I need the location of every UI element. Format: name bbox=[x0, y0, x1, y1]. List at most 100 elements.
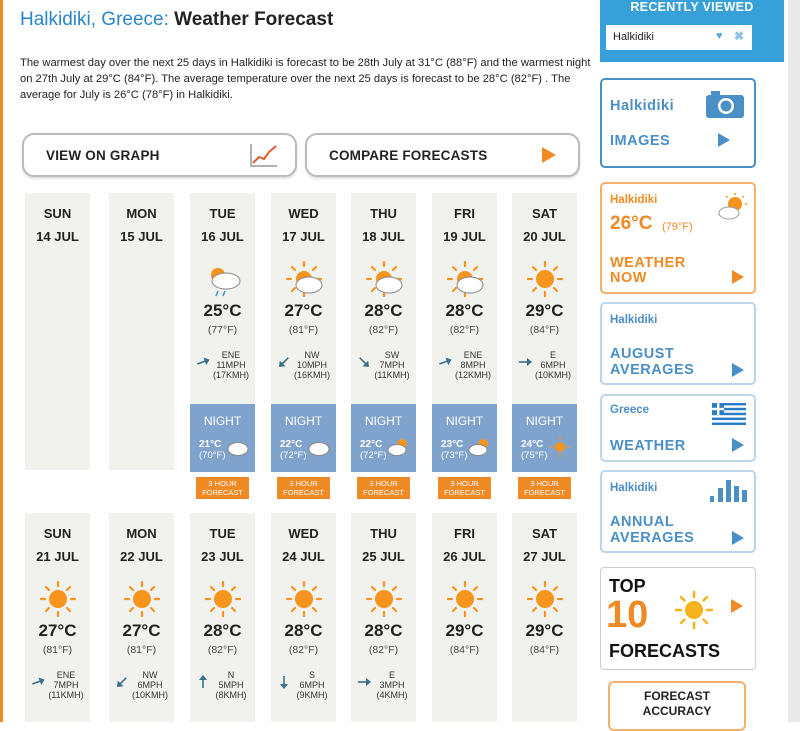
wind-direction: NW bbox=[304, 350, 320, 360]
day-column-mon: MON 22 JUL 27°C (81°F) NW 6MPH (10KMH) bbox=[109, 513, 174, 722]
day-name: SUN bbox=[43, 206, 72, 221]
images-place: Halkidiki bbox=[610, 98, 675, 114]
day-date: 14 JUL bbox=[36, 229, 79, 244]
view-on-graph-label: VIEW ON GRAPH bbox=[46, 148, 160, 163]
temp-celsius: 27°C bbox=[284, 301, 323, 320]
compare-forecasts-button[interactable]: COMPARE FORECASTS bbox=[305, 133, 580, 177]
wind-direction: N bbox=[227, 670, 235, 680]
forecast-label: FORECAST bbox=[202, 488, 243, 497]
day-date: 21 JUL bbox=[36, 549, 79, 564]
wind-kmh: (12KMH) bbox=[454, 370, 491, 380]
sun-icon bbox=[281, 579, 327, 619]
3-hour-forecast-button[interactable]: 3 HOUR FORECAST bbox=[196, 477, 249, 499]
temp-celsius: 28°C bbox=[284, 621, 323, 640]
wind-info: E 3MPH (4KMH) bbox=[357, 670, 413, 702]
night-label: NIGHT bbox=[445, 414, 484, 428]
wind-info: S 6MPH (9KMH) bbox=[277, 670, 333, 702]
sun-icon bbox=[442, 579, 488, 619]
wind-mph: 7MPH bbox=[379, 360, 405, 370]
day-name: MON bbox=[126, 206, 157, 221]
wind-kmh: (17KMH) bbox=[212, 370, 249, 380]
night-panel: NIGHT 22°C (72°F) bbox=[271, 404, 336, 472]
day-date: 20 JUL bbox=[523, 229, 566, 244]
cloud-sun-icon bbox=[718, 193, 747, 220]
sun-icon bbox=[35, 579, 81, 619]
play-arrow-icon bbox=[732, 438, 744, 452]
view-on-graph-button[interactable]: VIEW ON GRAPH bbox=[22, 133, 297, 177]
recent-item[interactable]: Halkidiki ♥ ✖ bbox=[606, 25, 752, 50]
wind-mph: 8MPH bbox=[460, 360, 486, 370]
annual-averages-card[interactable]: Halkidiki ANNUAL AVERAGES bbox=[600, 470, 756, 553]
day-name: FRI bbox=[454, 526, 475, 541]
greece-flag-icon bbox=[712, 403, 746, 425]
greece-place: Greece bbox=[610, 404, 650, 416]
temp-fahrenheit: (84°F) bbox=[529, 324, 560, 336]
wind-mph: 11MPH bbox=[216, 360, 246, 370]
night-temp-fahrenheit: (72°F) bbox=[280, 450, 307, 461]
day-column-mon: MON 15 JUL bbox=[109, 193, 174, 470]
close-icon[interactable]: ✖ bbox=[734, 29, 744, 43]
images-card[interactable]: Halkidiki IMAGES bbox=[600, 78, 756, 168]
temp-celsius: 28°C bbox=[364, 621, 403, 640]
3-hour-forecast-button[interactable]: 3 HOUR FORECAST bbox=[357, 477, 410, 499]
now-label-1: WEATHER bbox=[610, 255, 686, 271]
day-name: MON bbox=[126, 526, 157, 541]
forecast-accuracy-button[interactable]: FORECAST ACCURACY bbox=[608, 681, 746, 731]
day-name: THU bbox=[370, 526, 397, 541]
page-title: Halkidiki, Greece: Weather Forecast bbox=[20, 9, 333, 31]
now-place: Halkidiki bbox=[610, 194, 658, 206]
night-temp-fahrenheit: (75°F) bbox=[521, 450, 548, 461]
day-date: 18 JUL bbox=[362, 229, 405, 244]
night-temp-celsius: 24°C bbox=[521, 439, 544, 450]
night-panel: NIGHT 23°C (73°F) bbox=[432, 404, 497, 472]
night-cloud-icon bbox=[226, 435, 250, 459]
temp-fahrenheit: (82°F) bbox=[368, 644, 399, 656]
night-label: NIGHT bbox=[364, 414, 403, 428]
heart-icon[interactable]: ♥ bbox=[716, 30, 723, 42]
bar-chart-icon bbox=[710, 480, 747, 502]
august-averages-card[interactable]: Halkidiki AUGUST AVERAGES bbox=[600, 302, 756, 385]
night-temp-celsius: 22°C bbox=[280, 439, 303, 450]
3-hour-forecast-button[interactable]: 3 HOUR FORECAST bbox=[518, 477, 571, 499]
camera-icon bbox=[706, 91, 744, 118]
day-name: TUE bbox=[209, 206, 236, 221]
forecast-label: FORECAST bbox=[444, 488, 485, 497]
3-hour-forecast-button[interactable]: 3 HOUR FORECAST bbox=[438, 477, 491, 499]
night-panel: NIGHT 22°C (72°F) bbox=[351, 404, 416, 472]
wind-direction: E bbox=[549, 350, 556, 360]
wind-info: ENE 7MPH (11KMH) bbox=[31, 670, 87, 702]
3-hour-label: 3 HOUR bbox=[530, 479, 559, 488]
3-hour-forecast-button[interactable]: 3 HOUR FORECAST bbox=[277, 477, 330, 499]
day-column-tue: TUE 16 JUL 25°C (77°F) ENE 11MPH (17KMH) NIGHT 2… bbox=[190, 193, 255, 472]
day-name: FRI bbox=[454, 206, 475, 221]
location-text: Halkidiki, Greece: bbox=[20, 9, 169, 30]
greece-weather-card[interactable]: Greece WEATHER bbox=[600, 394, 756, 462]
sun-cloud-icon bbox=[442, 259, 488, 299]
day-name: TUE bbox=[209, 526, 236, 541]
recent-item-label[interactable]: Halkidiki bbox=[613, 31, 654, 43]
forecasts-text: FORECASTS bbox=[609, 641, 721, 661]
play-arrow-icon bbox=[732, 270, 744, 284]
wind-mph: 6MPH bbox=[299, 680, 325, 690]
forecast-label: FORECAST bbox=[283, 488, 324, 497]
cloud-sun-rain-icon bbox=[200, 259, 246, 299]
weather-now-card[interactable]: Halkidiki 26°C (79°F) WEATHER NOW bbox=[600, 182, 756, 294]
page-scrollbar[interactable] bbox=[788, 0, 800, 722]
top-10-forecasts-card[interactable]: TOP 10 FORECASTS bbox=[600, 567, 756, 670]
play-arrow-icon bbox=[732, 363, 744, 377]
day-name: THU bbox=[370, 206, 397, 221]
temp-celsius: 27°C bbox=[38, 621, 77, 640]
day-date: 23 JUL bbox=[201, 549, 244, 564]
annual-label-1: ANNUAL bbox=[610, 514, 675, 530]
wind-mph: 6MPH bbox=[137, 680, 163, 690]
aug-label-1: AUGUST bbox=[610, 346, 675, 362]
day-date: 19 JUL bbox=[443, 229, 486, 244]
sun-icon bbox=[522, 259, 568, 299]
top-number: 10 bbox=[606, 594, 649, 636]
annual-place: Halkidiki bbox=[610, 482, 658, 494]
recently-viewed-title: RECENTLY VIEWED bbox=[630, 0, 754, 14]
night-cloud-sun-icon bbox=[468, 435, 492, 459]
wind-mph: 10MPH bbox=[296, 360, 327, 370]
night-panel: NIGHT 24°C (75°F) bbox=[512, 404, 577, 472]
night-label: NIGHT bbox=[284, 414, 323, 428]
